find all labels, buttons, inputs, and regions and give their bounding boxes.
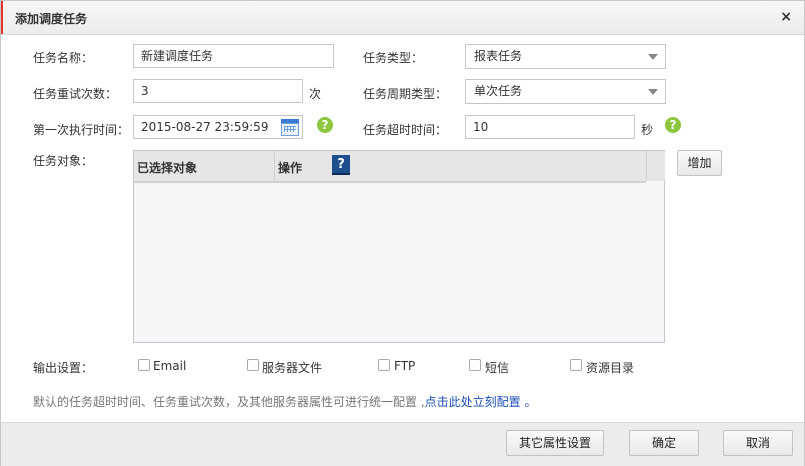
add-target-button[interactable]: 增加 <box>677 150 722 176</box>
first-exec-help-icon[interactable]: ? <box>317 117 333 133</box>
period-type-value: 单次任务 <box>474 84 523 98</box>
task-name-label: 任务名称： <box>33 51 94 65</box>
retry-unit: 次 <box>309 87 322 101</box>
resource-dir-checkbox[interactable] <box>570 359 582 371</box>
retry-count-input[interactable]: 3 <box>133 79 303 103</box>
dialog-titlebar: 添加调度任务 × <box>1 1 804 35</box>
table-scrollbar-corner <box>646 151 665 181</box>
timeout-input[interactable]: 10 <box>465 115 635 139</box>
chevron-down-icon <box>648 89 658 95</box>
task-type-value: 报表任务 <box>474 49 523 63</box>
retry-count-label: 任务重试次数： <box>33 87 118 101</box>
period-type-label: 任务周期类型： <box>363 87 448 101</box>
close-icon[interactable]: × <box>780 9 792 25</box>
calendar-icon[interactable] <box>281 119 299 136</box>
resource-dir-checkbox-label: 资源目录 <box>586 361 635 375</box>
config-hint: 默认的任务超时时间、任务重试次数，及其他服务器属性可进行统一配置 ,点击此处立刻… <box>33 393 536 410</box>
task-type-label: 任务类型： <box>363 51 424 65</box>
cancel-button[interactable]: 取消 <box>723 430 793 456</box>
task-name-input[interactable]: 新建调度任务 <box>133 44 334 68</box>
timeout-label: 任务超时时间： <box>363 123 448 137</box>
first-exec-time-input[interactable]: 2015-08-27 23:59:59 <box>133 115 303 139</box>
targets-table: 已选择对象 操作 ? <box>133 150 665 343</box>
timeout-unit: 秒 <box>641 123 654 137</box>
targets-table-header: 已选择对象 操作 ? <box>134 151 646 183</box>
column-selected-objects: 已选择对象 <box>137 161 198 175</box>
task-type-select[interactable]: 报表任务 <box>465 44 666 69</box>
other-settings-button[interactable]: 其它属性设置 <box>506 430 604 456</box>
configure-now-link[interactable]: 点击此处立刻配置 <box>425 395 521 409</box>
config-hint-end: 。 <box>520 395 537 409</box>
task-target-label: 任务对象： <box>33 154 94 168</box>
server-file-checkbox-label: 服务器文件 <box>262 361 323 375</box>
first-exec-time-label: 第一次执行时间： <box>33 123 130 137</box>
chevron-down-icon <box>648 54 658 60</box>
sms-checkbox-label: 短信 <box>485 361 510 375</box>
ok-button[interactable]: 确定 <box>629 430 699 456</box>
add-schedule-task-dialog: 添加调度任务 × 任务名称： 新建调度任务 任务类型： 报表任务 任务重试次数：… <box>0 0 805 466</box>
email-checkbox[interactable] <box>138 359 150 371</box>
dialog-title: 添加调度任务 <box>15 12 88 26</box>
ftp-checkbox-label: FTP <box>394 359 416 373</box>
server-file-checkbox[interactable] <box>247 359 259 371</box>
email-checkbox-label: Email <box>153 359 187 373</box>
sms-checkbox[interactable] <box>469 359 481 371</box>
output-settings-label: 输出设置： <box>33 361 94 375</box>
column-actions: 操作 <box>278 161 303 175</box>
period-type-select[interactable]: 单次任务 <box>465 79 666 104</box>
config-hint-text: 默认的任务超时时间、任务重试次数，及其他服务器属性可进行统一配置 , <box>33 395 425 409</box>
ftp-checkbox[interactable] <box>378 359 390 371</box>
table-help-icon[interactable]: ? <box>332 155 350 175</box>
titlebar-accent <box>1 1 3 34</box>
timeout-help-icon[interactable]: ? <box>665 117 681 133</box>
